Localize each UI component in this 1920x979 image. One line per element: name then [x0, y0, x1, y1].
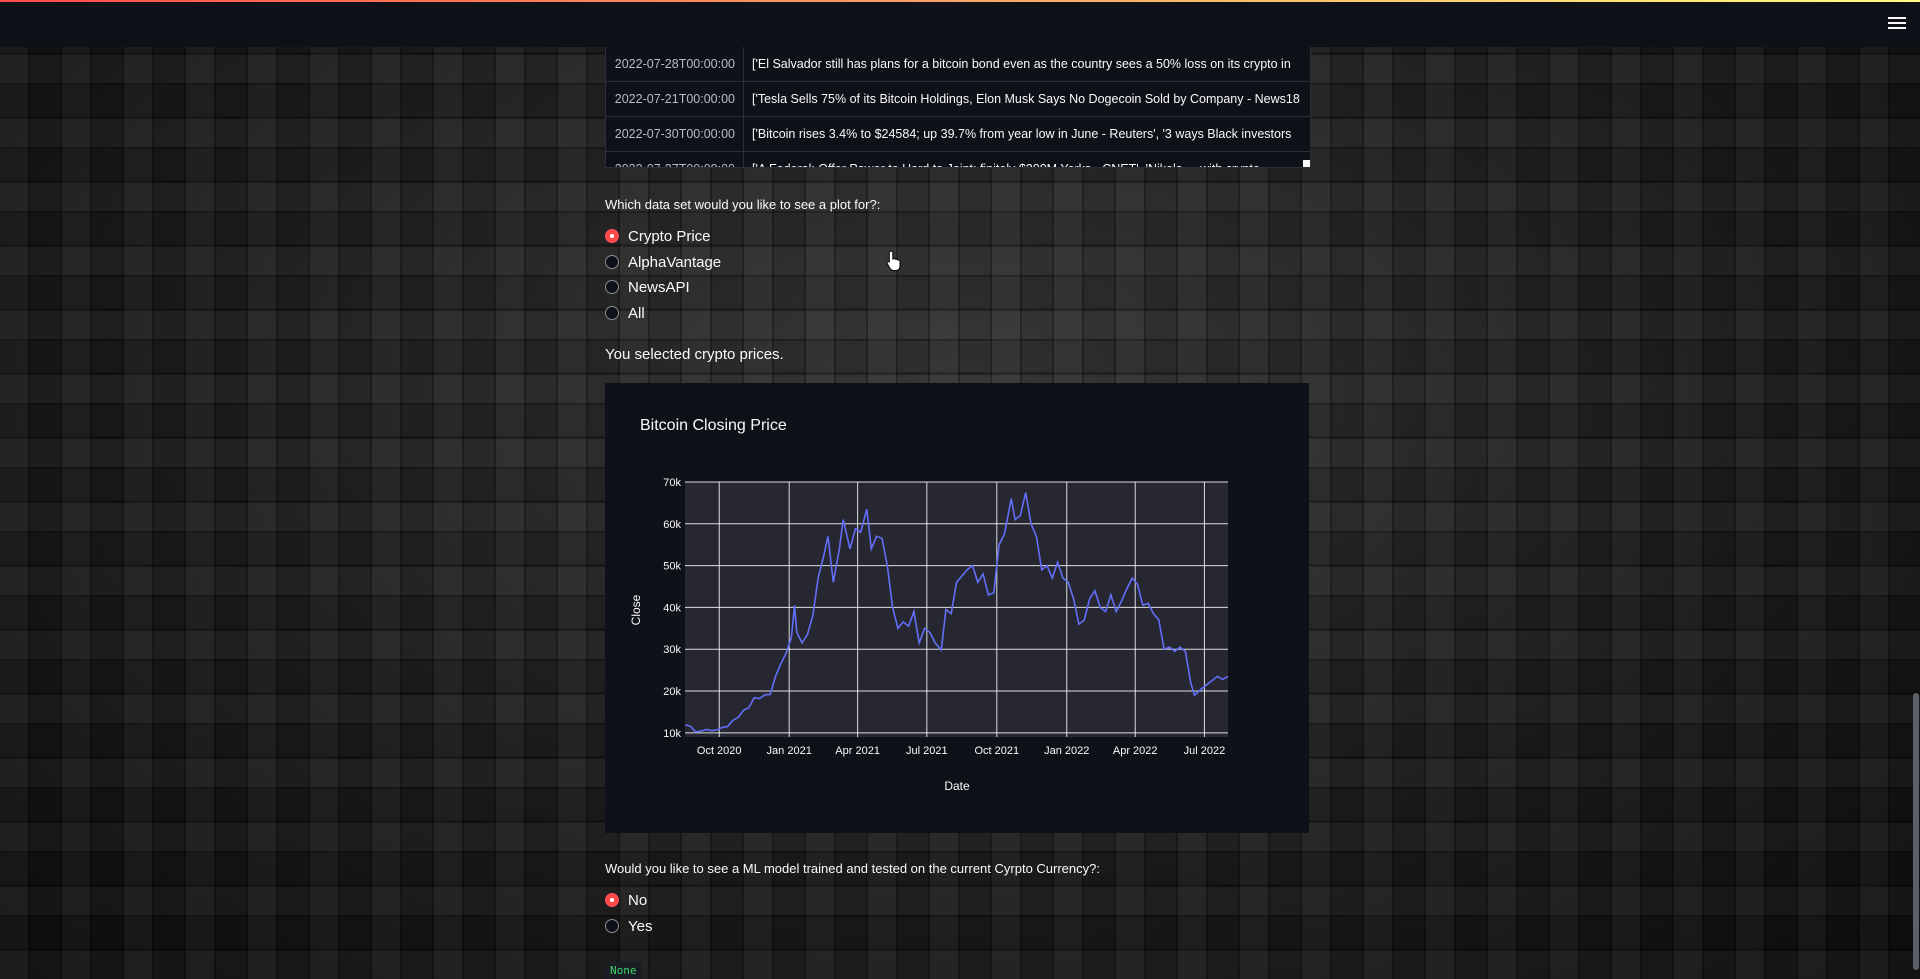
chart-svg[interactable]: Bitcoin Closing Price 10k 20k 30k 40k 50k 60k… — [605, 383, 1309, 833]
y-tick-label: 10k — [663, 728, 681, 740]
radio-label: Crypto Price — [628, 227, 711, 245]
x-tick-label: Apr 2021 — [835, 745, 880, 757]
x-tick-label: Jan 2022 — [1044, 745, 1089, 757]
table-cell-date: 2022-07-21T00:00:00 — [606, 82, 744, 116]
plot-area[interactable] — [685, 482, 1228, 737]
table-scroll-handle[interactable] — [1303, 160, 1310, 167]
radio-button[interactable] — [605, 255, 619, 269]
radio-label: No — [628, 891, 648, 909]
scrollbar-thumb[interactable] — [1913, 693, 1919, 970]
output-code-text: None — [605, 962, 642, 979]
hamburger-menu-icon[interactable] — [1886, 14, 1908, 34]
table-cell-date: 2022-07-28T00:00:00 — [606, 47, 744, 81]
table-row: 2022-07-21T00:00:00 ['Tesla Sells 75% of… — [606, 82, 1310, 117]
radio-crypto-price[interactable]: Crypto Price — [605, 225, 711, 247]
y-tick-label: 30k — [663, 644, 681, 656]
radio-label: Yes — [628, 917, 653, 935]
y-tick-label: 60k — [663, 519, 681, 531]
table-cell-headlines: ['Bitcoin rises 3.4% to $24584; up 39.7%… — [752, 127, 1292, 141]
table-row: 2022-07-28T00:00:00 ['El Salvador still … — [606, 47, 1310, 82]
x-tick-label: Oct 2020 — [697, 745, 742, 757]
radio-yes[interactable]: Yes — [605, 915, 652, 937]
x-tick-label: Oct 2021 — [974, 745, 1019, 757]
radio-button[interactable] — [605, 919, 619, 933]
radio-button[interactable] — [605, 280, 619, 294]
radio-label: AlphaVantage — [628, 253, 722, 271]
radio-no[interactable]: No — [605, 889, 647, 911]
table-cell-date: 2022-07-27T00:00:00 — [606, 152, 744, 167]
x-tick-label: Apr 2022 — [1113, 745, 1158, 757]
radio-button[interactable] — [605, 306, 619, 320]
y-axis-label: Close — [629, 594, 643, 625]
chart-title: Bitcoin Closing Price — [640, 417, 787, 434]
y-tick-label: 40k — [663, 602, 681, 614]
table-row: 2022-07-30T00:00:00 ['Bitcoin rises 3.4%… — [606, 117, 1310, 152]
y-tick-label: 70k — [663, 477, 681, 489]
dataset-question-label: Which data set would you like to see a p… — [605, 197, 881, 212]
x-tick-label: Jan 2021 — [767, 745, 812, 757]
radio-label: All — [628, 304, 645, 322]
y-tick-label: 50k — [663, 561, 681, 573]
hand-pointer-icon — [886, 250, 901, 271]
x-tick-labels: Oct 2020 Jan 2021 Apr 2021 Jul 2021 Oct 2021… — [697, 745, 1225, 757]
news-table[interactable]: 2022-07-28T00:00:00 ['El Salvador still … — [605, 47, 1311, 168]
table-cell-date: 2022-07-30T00:00:00 — [606, 117, 744, 151]
y-tick-label: 20k — [663, 686, 681, 698]
radio-alphavantage[interactable]: AlphaVantage — [605, 251, 721, 273]
table-cell-headlines: ['Tesla Sells 75% of its Bitcoin Holding… — [752, 92, 1300, 106]
page-scrollbar[interactable] — [1912, 47, 1920, 979]
radio-newsapi[interactable]: NewsAPI — [605, 276, 690, 298]
y-tick-labels: 10k 20k 30k 40k 50k 60k 70k — [663, 477, 681, 740]
x-tick-label: Jul 2021 — [906, 745, 948, 757]
app-header — [0, 2, 1920, 47]
radio-button-selected[interactable] — [605, 893, 619, 907]
bitcoin-price-chart[interactable]: Bitcoin Closing Price 10k 20k 30k 40k 50k 60k… — [605, 383, 1309, 833]
radio-button-selected[interactable] — [605, 229, 619, 243]
radio-all[interactable]: All — [605, 302, 645, 324]
radio-label: NewsAPI — [628, 278, 690, 296]
x-tick-label: Jul 2022 — [1184, 745, 1226, 757]
table-cell-headlines: ['El Salvador still has plans for a bitc… — [752, 57, 1291, 71]
table-cell-headlines: ['A Federal: Offer Power to Hard to Join… — [744, 152, 1310, 167]
ml-question-label: Would you like to see a ML model trained… — [605, 861, 1100, 876]
x-axis-label: Date — [944, 779, 970, 793]
table-row: 2022-07-27T00:00:00 ['A Federal: Offer P… — [606, 152, 1310, 167]
selection-message: You selected crypto prices. — [605, 346, 784, 363]
